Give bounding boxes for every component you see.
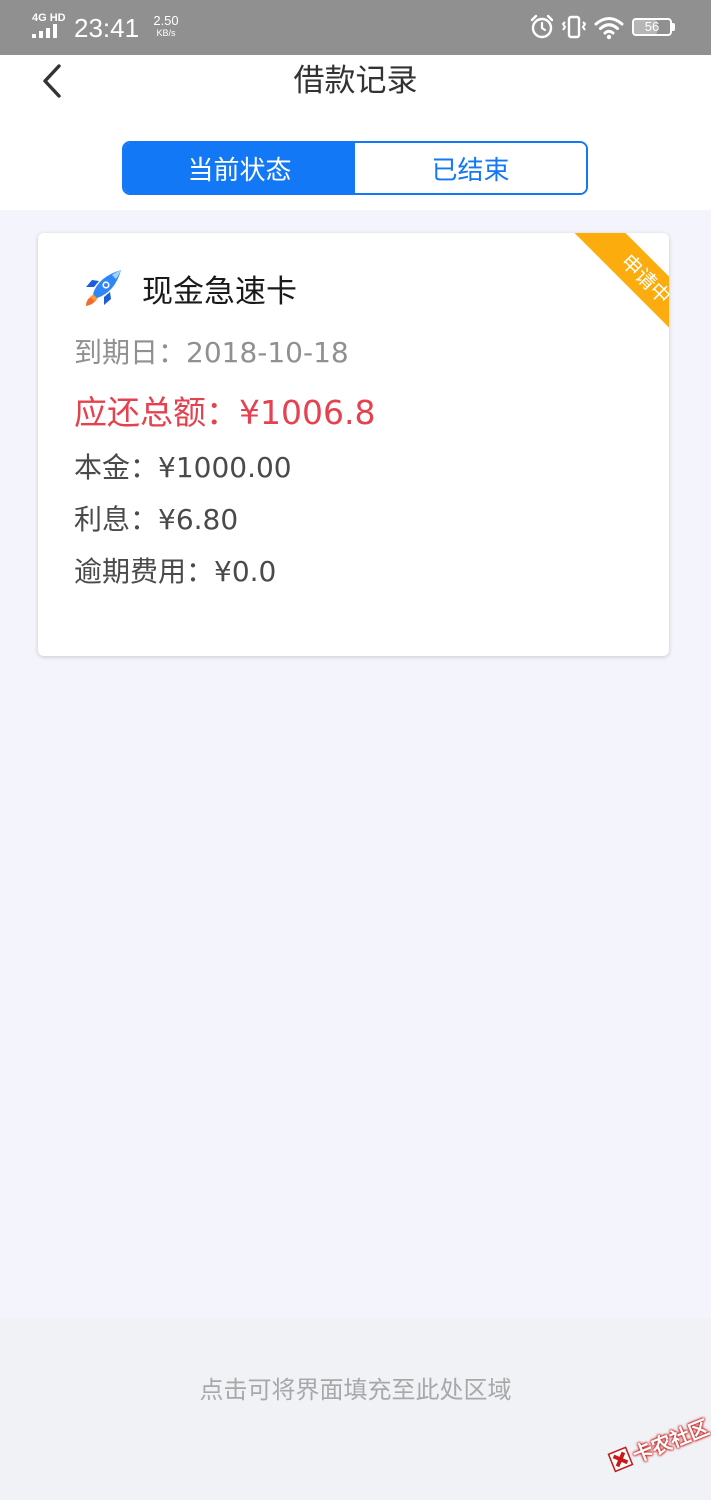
speed-unit: KB/s xyxy=(156,28,176,38)
page-title: 借款记录 xyxy=(293,63,418,99)
fill-hint: 点击可将界面填充至此处区域 xyxy=(199,1376,512,1404)
header: 借款记录 当前状态 已结束 xyxy=(0,55,711,210)
network-type: 4G HD xyxy=(32,12,66,24)
fill-area[interactable]: 点击可将界面填充至此处区域 xyxy=(0,1318,711,1500)
total-due: 应还总额：¥1006.8 xyxy=(74,393,376,432)
signal-icon: 4G HD xyxy=(32,12,66,40)
product-header: 现金急速卡 xyxy=(80,265,297,311)
status-ribbon: 申请中 xyxy=(553,233,669,349)
status-badge: 申请中 xyxy=(573,233,669,349)
rocket-icon xyxy=(86,270,121,306)
loan-card[interactable]: 申请中 现金急速卡 到期日：2018-10-18 应还总额：¥1006.8 本金… xyxy=(38,233,669,656)
interest: 利息：¥6.80 xyxy=(74,503,239,536)
status-tabs: 当前状态 已结束 xyxy=(122,141,588,195)
alarm-icon xyxy=(530,14,554,39)
status-time: 23:41 xyxy=(74,13,140,43)
status-bar: 4G HD 23:41 2.50 KB/s 56 xyxy=(0,0,711,55)
watermark-text: 卡农社区 xyxy=(629,1414,711,1467)
overdue-fee: 逾期费用：¥0.0 xyxy=(74,555,277,588)
vibrate-icon xyxy=(561,15,587,39)
wifi-icon xyxy=(594,17,624,40)
principal: 本金：¥1000.00 xyxy=(74,451,292,484)
tab-finished[interactable]: 已结束 xyxy=(355,143,586,193)
speed-value: 2.50 xyxy=(153,13,179,28)
due-date: 到期日：2018-10-18 xyxy=(74,336,349,369)
tab-current-status[interactable]: 当前状态 xyxy=(124,143,355,193)
battery-level: 56 xyxy=(644,19,660,34)
battery-icon: 56 xyxy=(632,18,676,38)
network-speed: 2.50 KB/s xyxy=(148,14,184,39)
product-name: 现金急速卡 xyxy=(142,273,297,310)
